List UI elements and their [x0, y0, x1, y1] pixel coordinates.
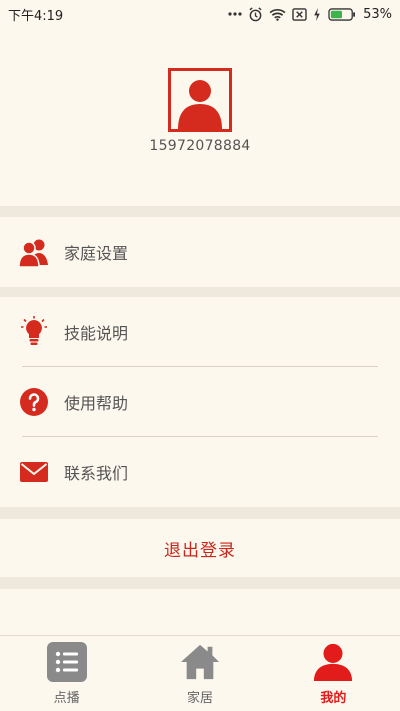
mail-icon — [18, 456, 50, 488]
list-icon — [46, 642, 87, 682]
avatar[interactable] — [168, 68, 232, 132]
tab-label: 我的 — [320, 691, 347, 706]
tab-label: 家居 — [186, 691, 213, 706]
lightbulb-icon — [18, 316, 50, 348]
status-icons: 53% — [228, 7, 392, 22]
no-sim-icon — [292, 7, 307, 21]
person-icon — [178, 80, 222, 129]
home-icon — [180, 642, 220, 682]
family-icon — [18, 236, 50, 268]
status-bar: 下午4:19 53% — [0, 0, 400, 28]
section-separator — [0, 206, 400, 217]
tab-label: 点播 — [53, 691, 80, 706]
tab-dianbo[interactable]: 点播 — [0, 636, 133, 711]
tab-jiaju[interactable]: 家居 — [133, 636, 266, 711]
contact-label: 联系我们 — [64, 464, 129, 483]
wifi-icon — [269, 8, 286, 21]
battery-percent: 53% — [363, 6, 392, 22]
bottom-tab-bar: 点播 家居 我的 — [0, 635, 400, 711]
section-separator — [0, 507, 400, 519]
skills-item[interactable]: 技能说明 — [0, 297, 400, 367]
section-separator — [0, 287, 400, 297]
skills-label: 技能说明 — [64, 324, 129, 343]
help-label: 使用帮助 — [64, 394, 129, 413]
help-icon — [18, 386, 50, 418]
alarm-icon — [248, 6, 263, 22]
section-separator — [0, 577, 400, 589]
family-settings-item[interactable]: 家庭设置 — [0, 217, 400, 287]
tab-wode[interactable]: 我的 — [267, 636, 400, 711]
family-settings-label: 家庭设置 — [64, 244, 129, 263]
logout-button[interactable]: 退出登录 — [0, 519, 400, 577]
profile-section: 15972078884 — [0, 28, 400, 206]
status-time: 下午4:19 — [8, 8, 64, 24]
battery-icon — [327, 7, 357, 21]
charging-icon — [313, 7, 321, 21]
help-item[interactable]: 使用帮助 — [0, 367, 400, 437]
phone-number: 15972078884 — [149, 138, 251, 154]
person-icon — [313, 642, 353, 682]
contact-item[interactable]: 联系我们 — [0, 437, 400, 507]
more-dots-icon — [228, 12, 242, 16]
